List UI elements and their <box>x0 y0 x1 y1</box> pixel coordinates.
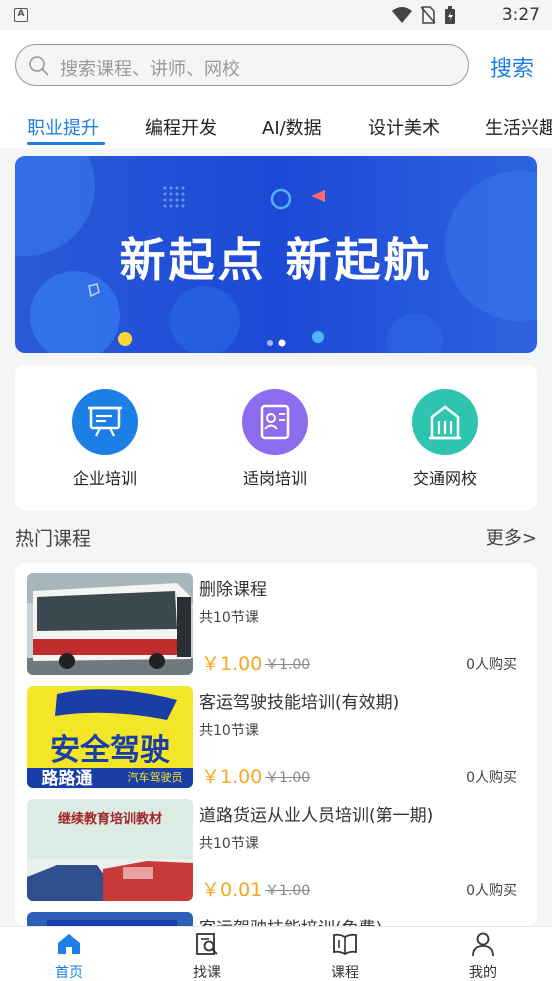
course-price: ￥0.01 <box>201 879 263 901</box>
resume-card-icon <box>242 389 308 455</box>
course-buyers: 0人购买 <box>466 883 517 899</box>
course-price: ￥1.00 <box>201 766 263 788</box>
thumb-title: 继续教育培训教材 <box>58 811 162 827</box>
nav-home[interactable]: 首页 <box>24 931 114 981</box>
course-thumbnail: 继续教育培训教材 <box>27 799 193 901</box>
wifi-icon <box>392 7 412 23</box>
course-lessons: 共10节课 <box>199 836 259 852</box>
active-tab-indicator <box>27 142 105 145</box>
course-item[interactable]: 继续教育培训教材 道路货运从业人员培训(第一期) 共10节课 ￥0.01 ￥1.… <box>15 789 537 902</box>
course-thumbnail: 安全驾驶 路路通 汽车驾驶员 <box>27 686 193 788</box>
entry-job-training[interactable]: 适岗培训 <box>215 389 335 489</box>
course-lessons: 共10节课 <box>199 610 259 626</box>
course-original-price: ￥1.00 <box>265 883 311 899</box>
quick-entry-panel: 企业培训 适岗培训 交通网校 <box>15 365 537 511</box>
nav-profile[interactable]: 我的 <box>438 931 528 981</box>
course-title: 客运驾驶技能培训(有效期) <box>199 693 400 713</box>
bottom-nav: 首页 找课 课程 我的 <box>0 926 552 981</box>
section-title: 热门课程 <box>15 528 92 550</box>
course-title: 道路货运从业人员培训(第一期) <box>199 806 434 826</box>
tab-lifestyle[interactable]: 生活兴趣 <box>485 114 552 140</box>
presentation-board-icon <box>72 389 138 455</box>
nav-label: 首页 <box>55 965 83 981</box>
course-buyers: 0人购买 <box>466 770 517 786</box>
course-title: 删除课程 <box>199 580 267 600</box>
tab-ai-data[interactable]: AI/数据 <box>262 114 322 140</box>
status-time: 3:27 <box>501 5 540 25</box>
nav-label: 找课 <box>193 965 221 981</box>
nav-find-course[interactable]: 找课 <box>162 931 252 981</box>
tab-career[interactable]: 职业提升 <box>27 114 99 140</box>
nav-label: 课程 <box>331 965 359 981</box>
course-original-price: ￥1.00 <box>265 770 311 786</box>
book-icon <box>333 933 357 956</box>
battery-icon <box>445 6 455 24</box>
course-original-price: ￥1.00 <box>265 657 311 673</box>
course-item[interactable]: 删除课程 共10节课 ￥1.00 ￥1.00 0人购买 <box>15 563 537 676</box>
hot-courses-header: 热门课程 更多> <box>15 522 537 550</box>
building-icon <box>412 389 478 455</box>
status-bar: A 3:27 <box>0 0 552 30</box>
user-icon <box>472 932 494 957</box>
course-thumbnail <box>27 573 193 675</box>
app-indicator-icon: A <box>14 8 28 22</box>
find-course-icon <box>196 933 218 955</box>
entry-label: 适岗培训 <box>242 469 307 488</box>
nav-courses[interactable]: 课程 <box>300 931 390 981</box>
entry-label: 交通网校 <box>412 469 477 488</box>
entry-label: 企业培训 <box>72 469 137 488</box>
search-placeholder: 搜索课程、讲师、网校 <box>60 59 240 80</box>
category-tabs: 职业提升 编程开发 AI/数据 设计美术 生活兴趣 <box>0 102 552 148</box>
course-item[interactable]: 客运驾驶技能培训(免费) <box>15 902 537 926</box>
course-lessons: 共10节课 <box>199 723 259 739</box>
course-thumbnail <box>27 912 193 926</box>
home-icon <box>58 934 80 954</box>
thumb-title: 安全驾驶 <box>50 733 170 768</box>
course-list: 删除课程 共10节课 ￥1.00 ￥1.00 0人购买 安全驾驶 路路通 汽车驾… <box>15 563 537 926</box>
entry-traffic-school[interactable]: 交通网校 <box>385 389 505 489</box>
thumb-caption: 汽车驾驶员 <box>128 770 183 784</box>
tab-programming[interactable]: 编程开发 <box>145 114 217 140</box>
search-header: 搜索课程、讲师、网校 搜索 <box>0 30 552 102</box>
course-item[interactable]: 安全驾驶 路路通 汽车驾驶员 客运驾驶技能培训(有效期) 共10节课 ￥1.00… <box>15 676 537 789</box>
banner-title: 新起点 新起航 <box>119 233 433 287</box>
promo-banner[interactable]: 新起点 新起航 <box>15 156 537 353</box>
search-input[interactable]: 搜索课程、讲师、网校 <box>15 44 469 86</box>
course-title: 客运驾驶技能培训(免费) <box>199 914 382 926</box>
search-icon <box>29 56 49 76</box>
more-link[interactable]: 更多> <box>486 524 537 550</box>
tab-design[interactable]: 设计美术 <box>368 114 440 140</box>
search-button[interactable]: 搜索 <box>490 51 534 83</box>
course-price: ￥1.00 <box>201 653 263 675</box>
entry-enterprise-training[interactable]: 企业培训 <box>45 389 165 489</box>
nav-label: 我的 <box>469 965 497 981</box>
thumb-subtitle: 路路通 <box>42 768 93 788</box>
no-sim-icon <box>420 6 436 24</box>
course-buyers: 0人购买 <box>466 657 517 673</box>
